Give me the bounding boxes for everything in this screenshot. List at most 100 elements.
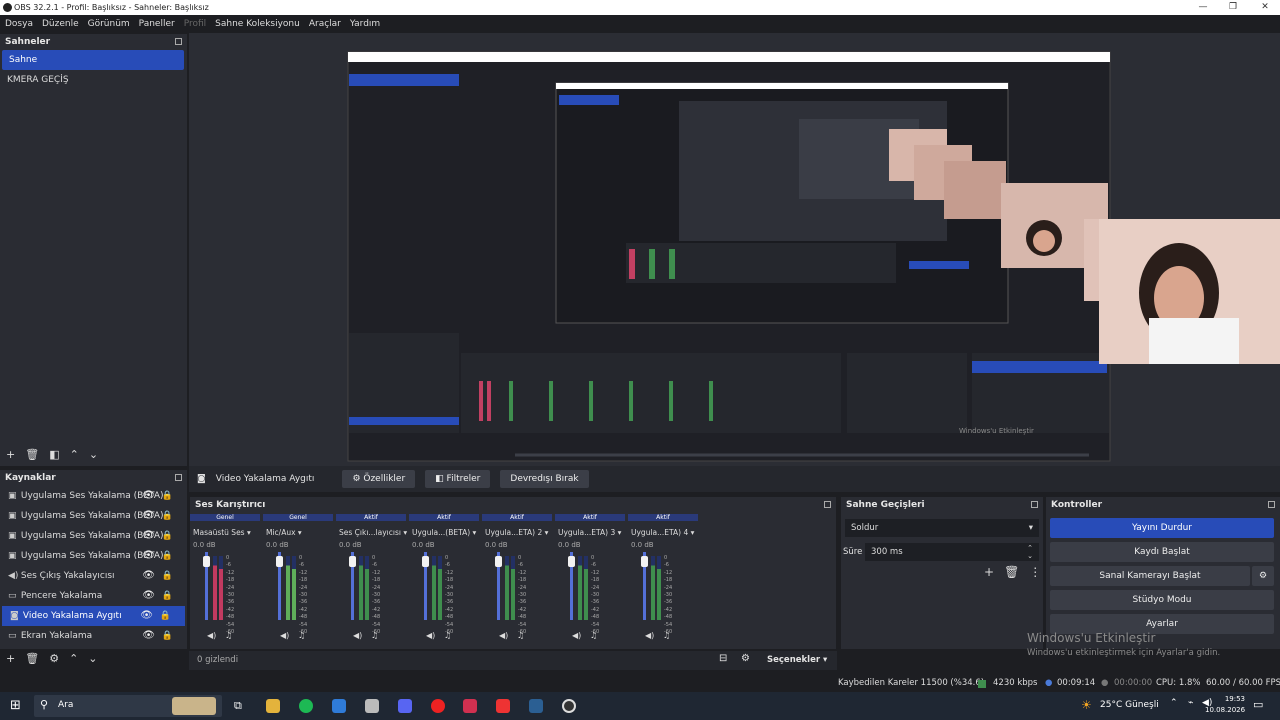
menu-scene-collection[interactable]: Sahne Koleksiyonu xyxy=(215,19,300,29)
remove-transition-icon[interactable]: 🗑 xyxy=(1004,565,1019,579)
mute-icon[interactable]: ◀) xyxy=(645,631,654,640)
menu-view[interactable]: Görünüm xyxy=(88,19,130,29)
network-icon[interactable]: ⌁ xyxy=(1188,698,1193,708)
menu-edit[interactable]: Düzenle xyxy=(42,19,79,29)
mute-icon[interactable]: ◀) xyxy=(280,631,289,640)
lock-icon[interactable]: 🔒 xyxy=(162,566,173,586)
visibility-eye-icon[interactable]: 👁 xyxy=(142,546,155,566)
lock-icon[interactable]: 🔒 xyxy=(162,526,173,546)
store-icon[interactable] xyxy=(365,699,379,713)
remove-source-icon[interactable]: 🗑 xyxy=(25,652,39,665)
deactivate-button[interactable]: Devredışı Bırak xyxy=(500,470,589,488)
volume-slider-knob[interactable] xyxy=(422,556,429,567)
monitor-headphones-icon[interactable]: ♫ xyxy=(371,631,378,640)
weather-text[interactable]: 25°C Güneşli xyxy=(1100,700,1159,710)
mixer-layout-icon[interactable]: ⊟ xyxy=(719,653,727,664)
volume-slider-knob[interactable] xyxy=(641,556,648,567)
mute-icon[interactable]: ◀) xyxy=(207,631,216,640)
menu-help[interactable]: Yardım xyxy=(350,19,380,29)
monitor-headphones-icon[interactable]: ♫ xyxy=(225,631,232,640)
menu-docks[interactable]: Paneller xyxy=(139,19,175,29)
visibility-eye-icon[interactable]: 👁 xyxy=(142,506,155,526)
advanced-audio-icon[interactable]: ⚙ xyxy=(741,653,750,664)
undock-icon[interactable] xyxy=(824,501,831,508)
add-transition-icon[interactable]: + xyxy=(984,565,994,579)
spotify-icon[interactable] xyxy=(299,699,313,713)
source-item[interactable]: ▣ Uygulama Ses Yakalama (BETA) 👁 🔒 xyxy=(0,506,187,526)
lock-icon[interactable]: 🔒 xyxy=(162,626,173,646)
lock-icon[interactable]: 🔒 xyxy=(162,586,173,606)
volume-slider-knob[interactable] xyxy=(349,556,356,567)
mute-icon[interactable]: ◀) xyxy=(499,631,508,640)
opera-icon[interactable] xyxy=(431,699,445,713)
chevron-down-icon[interactable]: ▾ xyxy=(298,528,302,537)
app-icon[interactable] xyxy=(496,699,510,713)
clock-time[interactable]: 19:53 xyxy=(1205,695,1245,703)
clock-date[interactable]: 10.08.2026 xyxy=(1205,706,1245,714)
volume-slider-knob[interactable] xyxy=(568,556,575,567)
virtual-camera-settings-icon[interactable]: ⚙ xyxy=(1252,566,1274,586)
source-item[interactable]: ▣ Uygulama Ses Yakalama (BETA) 👁 🔒 xyxy=(0,526,187,546)
source-item[interactable]: ▭ Pencere Yakalama 👁 🔒 xyxy=(0,586,187,606)
lock-icon[interactable]: 🔒 xyxy=(162,486,173,506)
start-virtual-camera-button[interactable]: Sanal Kamerayı Başlat xyxy=(1050,566,1250,586)
chevron-down-icon[interactable]: ▾ xyxy=(247,528,251,537)
duration-input[interactable]: 300 ms ⌃ ⌄ xyxy=(865,543,1039,561)
move-up-icon[interactable]: ⌃ xyxy=(69,652,78,665)
menu-tools[interactable]: Araçlar xyxy=(309,19,341,29)
menu-profile[interactable]: Profil xyxy=(184,19,206,29)
lock-icon[interactable]: 🔒 xyxy=(162,546,173,566)
chevron-down-icon[interactable]: ▾ xyxy=(403,528,407,537)
notifications-icon[interactable]: ▭ xyxy=(1253,698,1263,711)
stop-streaming-button[interactable]: Yayını Durdur xyxy=(1050,518,1274,538)
volume-slider-knob[interactable] xyxy=(495,556,502,567)
undock-icon[interactable] xyxy=(175,38,182,45)
maximize-button[interactable]: ❐ xyxy=(1218,0,1248,15)
monitor-headphones-icon[interactable]: ♫ xyxy=(298,631,305,640)
undock-icon[interactable] xyxy=(1268,501,1275,508)
taskbar-search-box[interactable]: ⚲ Ara xyxy=(34,695,222,717)
source-item[interactable]: ◙ Video Yakalama Aygıtı 👁 🔒 xyxy=(2,606,185,626)
mute-icon[interactable]: ◀) xyxy=(572,631,581,640)
steam-icon[interactable] xyxy=(529,699,543,713)
mixer-options-button[interactable]: Seçenekler ▾ xyxy=(767,655,827,665)
menu-file[interactable]: Dosya xyxy=(5,19,33,29)
lock-icon[interactable]: 🔒 xyxy=(160,606,171,626)
edge-icon[interactable] xyxy=(332,699,346,713)
visibility-eye-icon[interactable]: 👁 xyxy=(142,526,155,546)
preview-canvas[interactable]: Windows'u Etkinleştir xyxy=(189,33,1280,466)
task-view-icon[interactable]: ⧉ xyxy=(234,699,242,713)
add-source-icon[interactable]: + xyxy=(6,652,15,665)
chevron-down-icon[interactable]: ▾ xyxy=(691,528,695,537)
tray-chevron-icon[interactable]: ⌃ xyxy=(1170,698,1178,708)
move-down-icon[interactable]: ⌄ xyxy=(89,448,98,461)
spin-icon[interactable]: ⌃ ⌄ xyxy=(1027,544,1033,560)
start-recording-button[interactable]: Kaydı Başlat xyxy=(1050,542,1274,562)
monitor-headphones-icon[interactable]: ♫ xyxy=(517,631,524,640)
monitor-headphones-icon[interactable]: ♫ xyxy=(663,631,670,640)
monitor-headphones-icon[interactable]: ♫ xyxy=(444,631,451,640)
studio-mode-button[interactable]: Stüdyo Modu xyxy=(1050,590,1274,610)
monitor-headphones-icon[interactable]: ♫ xyxy=(590,631,597,640)
transition-select[interactable]: Soldur ▾ xyxy=(845,519,1039,537)
chevron-down-icon[interactable]: ▾ xyxy=(545,528,549,537)
source-properties-icon[interactable]: ⚙ xyxy=(49,652,59,665)
discord-icon[interactable] xyxy=(398,699,412,713)
close-button[interactable]: ✕ xyxy=(1250,0,1280,15)
mute-icon[interactable]: ◀) xyxy=(353,631,362,640)
visibility-eye-icon[interactable]: 👁 xyxy=(142,486,155,506)
mute-icon[interactable]: ◀) xyxy=(426,631,435,640)
volume-slider-knob[interactable] xyxy=(203,556,210,567)
undock-icon[interactable] xyxy=(175,474,182,481)
valorant-icon[interactable] xyxy=(463,699,477,713)
filters-button[interactable]: ◧ Filtreler xyxy=(425,470,491,488)
minimize-button[interactable]: — xyxy=(1188,0,1218,15)
obs-taskbar-icon[interactable] xyxy=(562,699,576,713)
visibility-eye-icon[interactable]: 👁 xyxy=(142,586,155,606)
visibility-eye-icon[interactable]: 👁 xyxy=(140,606,153,626)
chevron-down-icon[interactable]: ▾ xyxy=(618,528,622,537)
add-scene-icon[interactable]: + xyxy=(6,448,15,461)
scene-item-sahne[interactable]: Sahne xyxy=(2,50,184,70)
move-down-icon[interactable]: ⌄ xyxy=(88,652,97,665)
scene-item-kamera-gecis[interactable]: KMERA GEÇİŞ xyxy=(0,70,187,90)
